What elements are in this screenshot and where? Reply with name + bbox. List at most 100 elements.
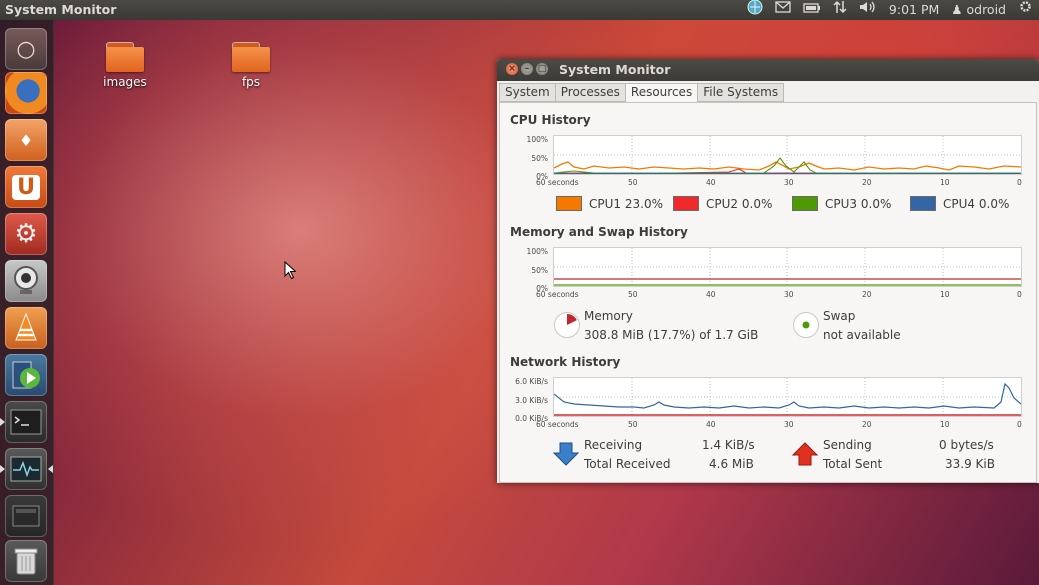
gear-icon[interactable]	[1018, 0, 1033, 21]
active-app-title: System Monitor	[5, 2, 117, 17]
network-icon[interactable]	[747, 0, 763, 22]
swap-label: Swap	[823, 309, 856, 323]
x-tick: 20	[862, 178, 872, 187]
cpu2-label: CPU2	[706, 196, 739, 211]
running-indicator	[0, 465, 5, 473]
minimize-button[interactable]: –	[521, 63, 533, 75]
x-tick: 10	[940, 290, 950, 299]
swap-pie-icon[interactable]	[792, 311, 820, 339]
running-indicator	[0, 418, 5, 426]
send-arrow-icon[interactable]	[792, 441, 818, 467]
x-tick: 60 seconds	[536, 420, 579, 429]
system-settings-icon[interactable]: ⚙	[5, 213, 47, 255]
workspace-switcher-icon[interactable]	[5, 495, 47, 537]
cpu3-label: CPU3	[825, 196, 858, 211]
receive-arrow-icon[interactable]	[553, 441, 579, 467]
swap-value: not available	[823, 328, 901, 342]
memory-swap-heading: Memory and Swap History	[510, 225, 688, 239]
user-menu[interactable]: ♟ odroid	[951, 0, 1006, 20]
cpu4-value: 0.0%	[978, 196, 1010, 211]
system-monitor-window: × – □ System Monitor System Processes Re…	[497, 59, 1039, 483]
cpu3-color-swatch[interactable]	[792, 196, 818, 211]
memory-history-graph	[553, 247, 1022, 287]
trash-icon[interactable]	[5, 540, 47, 582]
x-tick: 40	[706, 178, 716, 187]
cpu-graph-canvas	[553, 136, 1022, 175]
maximize-button[interactable]: □	[536, 63, 548, 75]
desktop-icon-label: images	[103, 75, 147, 89]
launcher: ○ ♦ U ⚙	[0, 20, 54, 585]
resources-panel: CPU History 100% 50% 0% 60 seconds 50 40…	[499, 102, 1037, 483]
webcam-icon[interactable]	[5, 260, 47, 302]
x-tick: 50	[628, 290, 638, 299]
user-icon: ♟	[951, 2, 963, 17]
transfer-arrows-icon[interactable]	[833, 0, 847, 21]
y-tick: 50%	[531, 154, 548, 163]
x-tick: 40	[706, 420, 716, 429]
tab-processes[interactable]: Processes	[554, 83, 626, 102]
cpu1-label: CPU1	[589, 196, 622, 211]
desktop-folder-fps[interactable]: fps	[216, 42, 286, 89]
tab-file-systems[interactable]: File Systems	[697, 83, 785, 102]
network-history-graph	[553, 377, 1022, 417]
cpu1-value: 23.0%	[624, 196, 663, 211]
cpu3-value: 0.0%	[860, 196, 892, 211]
total-received-value: 4.6 MiB	[709, 457, 754, 471]
firefox-icon[interactable]	[5, 72, 47, 114]
cpu2-color-swatch[interactable]	[673, 196, 699, 211]
close-button[interactable]: ×	[506, 63, 518, 75]
clock[interactable]: 9:01 PM	[889, 0, 939, 20]
sending-value: 0 bytes/s	[939, 438, 994, 452]
volume-icon[interactable]	[859, 0, 877, 21]
x-tick: 30	[784, 178, 794, 187]
mouse-cursor-icon	[284, 261, 296, 279]
x-tick: 50	[628, 420, 638, 429]
cpu1-color-swatch[interactable]	[556, 196, 582, 211]
tab-system[interactable]: System	[499, 83, 556, 102]
tab-bar: System Processes Resources File Systems	[499, 83, 785, 103]
system-monitor-icon[interactable]	[5, 448, 47, 490]
x-tick: 30	[784, 420, 794, 429]
battery-icon[interactable]	[803, 0, 821, 20]
x-tick: 10	[940, 178, 950, 187]
total-sent-label: Total Sent	[823, 457, 883, 471]
desktop-folder-images[interactable]: images	[90, 42, 160, 89]
x-tick: 40	[706, 290, 716, 299]
folder-icon	[106, 42, 144, 72]
x-tick: 60 seconds	[536, 290, 579, 299]
y-tick: 3.0 KiB/s	[515, 396, 548, 405]
cpu1-legend[interactable]: CPU1 23.0%	[556, 196, 663, 211]
y-tick: 50%	[531, 266, 548, 275]
cpu3-legend[interactable]: CPU3 0.0%	[792, 196, 891, 211]
dash-home-icon[interactable]: ○	[5, 28, 47, 70]
cpu2-legend[interactable]: CPU2 0.0%	[673, 196, 772, 211]
x-tick: 0	[1017, 178, 1022, 187]
x-tick: 30	[784, 290, 794, 299]
receiving-label: Receiving	[584, 438, 643, 452]
cpu2-value: 0.0%	[741, 196, 773, 211]
memory-label: Memory	[584, 309, 633, 323]
memory-value: 308.8 MiB (17.7%) of 1.7 GiB	[584, 328, 759, 342]
memory-pie-icon[interactable]	[553, 311, 581, 339]
media-player-icon[interactable]	[5, 354, 47, 396]
mail-icon[interactable]	[775, 0, 791, 20]
ubuntu-one-icon[interactable]: U	[5, 166, 47, 208]
x-tick: 20	[862, 420, 872, 429]
receiving-value: 1.4 KiB/s	[702, 438, 755, 452]
top-panel: System Monitor 9:01 PM ♟ odroid	[0, 0, 1039, 20]
software-center-icon[interactable]: ♦	[5, 119, 47, 161]
y-tick: 100%	[526, 135, 548, 144]
cpu-history-heading: CPU History	[510, 113, 591, 127]
tab-resources[interactable]: Resources	[624, 83, 699, 103]
network-graph-canvas	[553, 378, 1022, 416]
window-titlebar[interactable]: × – □ System Monitor	[497, 59, 1039, 81]
cpu4-color-swatch[interactable]	[910, 196, 936, 211]
terminal-icon[interactable]	[5, 401, 47, 443]
x-tick: 10	[940, 420, 950, 429]
cpu4-legend[interactable]: CPU4 0.0%	[910, 196, 1009, 211]
window-title: System Monitor	[559, 62, 671, 77]
vlc-icon[interactable]	[5, 307, 47, 349]
user-name: odroid	[966, 2, 1006, 17]
y-tick: 100%	[526, 247, 548, 256]
focused-indicator	[48, 465, 53, 473]
